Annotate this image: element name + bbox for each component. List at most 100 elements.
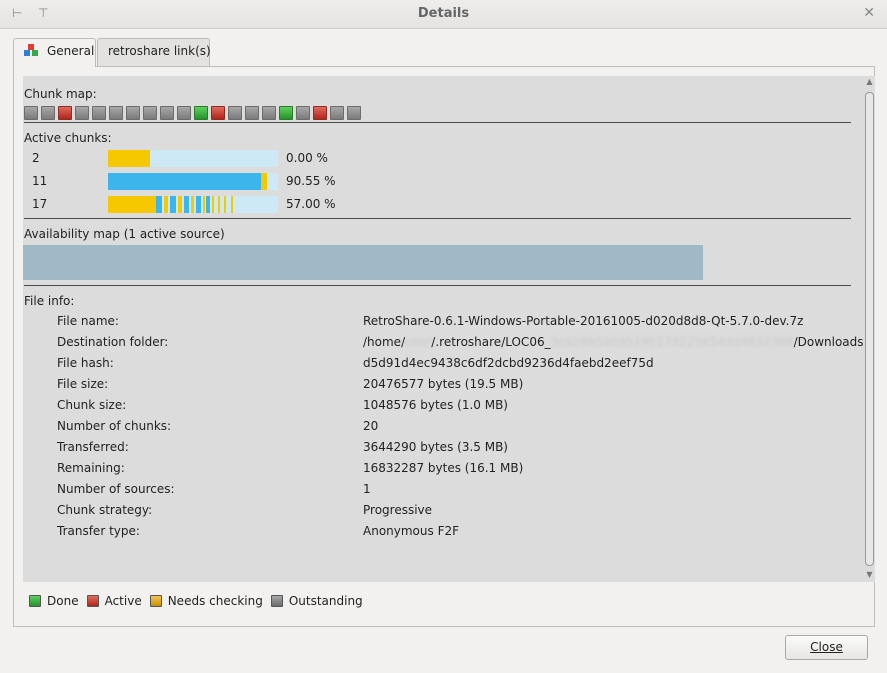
redacted-location-id: 3ca28654035195179225654dd4832369 <box>550 335 794 349</box>
file-info-key: Number of sources: <box>57 482 175 496</box>
pending-segment <box>108 196 156 213</box>
done-segment <box>108 173 261 190</box>
title-bar: ⊢ ⊤ Details ✕ <box>0 0 887 29</box>
chunk-number: 11 <box>32 174 48 188</box>
chunk-size-value: 1048576 bytes (1.0 MB) <box>363 398 508 412</box>
legend-needs-checking-label: Needs checking <box>167 594 263 608</box>
file-info-row: File size: 20476577 bytes (19.5 MB) <box>57 377 857 398</box>
chunk-strategy-value: Progressive <box>363 503 433 517</box>
active-chunks-label: Active chunks: <box>24 131 112 145</box>
close-button[interactable]: Close <box>785 635 868 660</box>
bar-segment <box>212 196 214 213</box>
file-info-row: Destination folder: /home/user/.retrosha… <box>57 335 864 356</box>
pending-segment <box>261 173 267 190</box>
bar-segment <box>156 196 162 213</box>
active-swatch-icon <box>86 595 99 607</box>
number-of-chunks-value: 20 <box>363 419 379 433</box>
chunk-progress-bar <box>108 173 278 190</box>
bar-segment <box>231 196 233 213</box>
transferred-value: 3644290 bytes (3.5 MB) <box>363 440 508 454</box>
file-size-value: 20476577 bytes (19.5 MB) <box>363 377 524 391</box>
file-info-table: File name: RetroShare-0.6.1-Windows-Port… <box>57 314 864 545</box>
chunk-progress-bar <box>108 196 278 213</box>
bar-segment <box>206 196 210 213</box>
remaining-value: 16832287 bytes (16.1 MB) <box>363 461 524 475</box>
separator <box>24 218 851 219</box>
chunk-percent: 0.00 % <box>286 151 328 165</box>
bar-segment <box>178 196 182 213</box>
file-info-row: File hash: d5d91d4ec9438c6df2dcbd9236d4f… <box>57 356 857 377</box>
file-info-key: Remaining: <box>57 461 125 475</box>
separator <box>24 122 851 123</box>
chunk-outstanding <box>262 106 276 120</box>
window-close-icon[interactable]: ✕ <box>863 5 875 21</box>
number-of-sources-value: 1 <box>363 482 371 496</box>
chunk-outstanding <box>143 106 157 120</box>
pending-segment <box>108 150 150 167</box>
scroll-up-icon[interactable]: ▲ <box>864 77 875 86</box>
scroll-down-icon[interactable]: ▼ <box>864 570 875 579</box>
chunk-active <box>313 106 327 120</box>
chunk-number: 2 <box>32 151 40 165</box>
chunk-outstanding <box>245 106 259 120</box>
tab-general-label: General <box>47 44 95 58</box>
chunk-map <box>24 106 364 120</box>
path-segment: /home/ <box>363 335 406 349</box>
transfer-type-value: Anonymous F2F <box>363 524 460 538</box>
file-info-row: Transferred: 3644290 bytes (3.5 MB) <box>57 440 857 461</box>
file-info-key: Transfer type: <box>57 524 140 538</box>
chunk-outstanding <box>41 106 55 120</box>
chunk-active <box>58 106 72 120</box>
availability-map <box>23 245 703 280</box>
legend-active-label: Active <box>104 594 142 608</box>
path-segment: /Downloads <box>793 335 864 349</box>
legend-outstanding-label: Outstanding <box>288 594 363 608</box>
details-scroll-area[interactable]: Chunk map: Active chunks: 2 0.00 % 11 90… <box>23 76 864 582</box>
file-info-key: File name: <box>57 314 119 328</box>
needs-checking-swatch-icon <box>149 595 162 607</box>
chunk-outstanding <box>296 106 310 120</box>
bar-segment <box>164 196 168 213</box>
destination-folder-value: /home/user/.retroshare/LOC06_3ca28654035… <box>363 335 864 349</box>
outstanding-swatch-icon <box>270 595 283 607</box>
chunk-outstanding <box>160 106 174 120</box>
file-name-value: RetroShare-0.6.1-Windows-Portable-201610… <box>363 314 804 328</box>
availability-map-label: Availability map (1 active source) <box>24 227 225 241</box>
file-info-key: Chunk strategy: <box>57 503 153 517</box>
chunk-outstanding <box>330 106 344 120</box>
tab-retroshare-links[interactable]: retroshare link(s) <box>97 38 211 66</box>
file-hash-value: d5d91d4ec9438c6df2dcbd9236d4faebd2eef75d <box>363 356 654 370</box>
file-info-label: File info: <box>24 294 75 308</box>
tab-general[interactable]: General <box>13 38 96 67</box>
chunk-percent: 90.55 % <box>286 174 336 188</box>
bar-segment <box>203 196 205 213</box>
done-swatch-icon <box>29 595 41 607</box>
separator <box>24 285 851 286</box>
file-info-row: Number of chunks: 20 <box>57 419 857 440</box>
bar-segment <box>184 196 189 213</box>
chunk-outstanding <box>126 106 140 120</box>
vertical-scrollbar[interactable]: ▲ ▼ <box>864 76 875 582</box>
bar-segment <box>196 196 201 213</box>
chunk-done <box>194 106 208 120</box>
file-info-row: Transfer type: Anonymous F2F <box>57 524 857 545</box>
chunk-done <box>279 106 293 120</box>
scrollbar-thumb[interactable] <box>865 92 874 566</box>
retroshare-cubes-icon <box>24 44 39 60</box>
file-info-row: Number of sources: 1 <box>57 482 857 503</box>
file-info-row: File name: RetroShare-0.6.1-Windows-Port… <box>57 314 857 335</box>
file-info-row: Remaining: 16832287 bytes (16.1 MB) <box>57 461 857 482</box>
bar-segment <box>218 196 220 213</box>
chunk-percent: 57.00 % <box>286 197 336 211</box>
file-info-key: Destination folder: <box>57 335 169 349</box>
file-info-row: Chunk strategy: Progressive <box>57 503 857 524</box>
chunk-legend: Done Active Needs checking Outstanding <box>29 594 371 608</box>
general-tab-panel: Chunk map: Active chunks: 2 0.00 % 11 90… <box>13 66 875 627</box>
bar-segment <box>224 196 226 213</box>
chunk-number: 17 <box>32 197 48 211</box>
bar-segment <box>191 196 194 213</box>
file-info-key: Number of chunks: <box>57 419 172 433</box>
bar-segment <box>170 196 176 213</box>
window-title: Details <box>417 6 470 21</box>
chunk-outstanding <box>177 106 191 120</box>
